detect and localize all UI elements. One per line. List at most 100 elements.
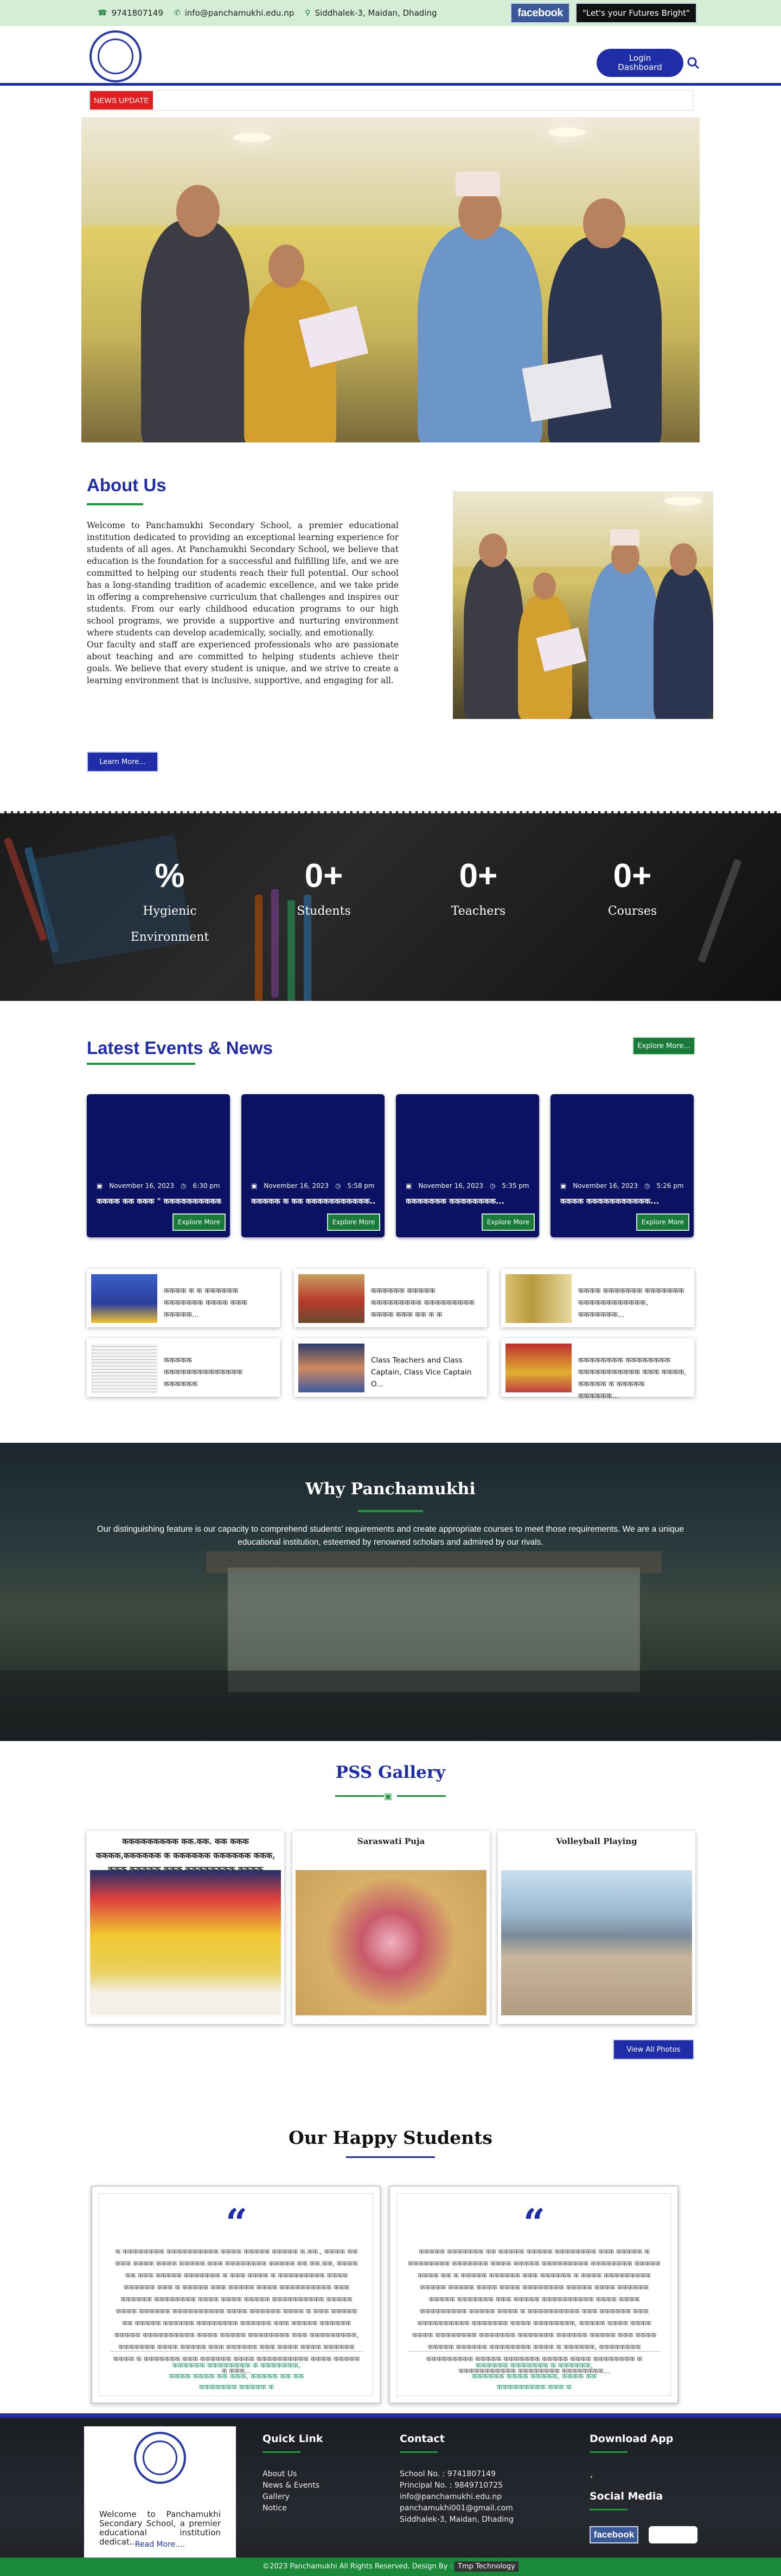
event-card[interactable]: ▣ November 16, 2023 ◷ 5:58 pm ककककक क कक कक… xyxy=(241,1094,385,1237)
news-thumbnail xyxy=(505,1274,572,1323)
gallery-card[interactable]: Saraswati Puja xyxy=(292,1831,490,2024)
event-time: 5:58 pm xyxy=(347,1182,375,1190)
author-line-3: ककककककककक ककक क xyxy=(496,2384,572,2392)
footer-facebook-button[interactable]: facebook xyxy=(590,2526,638,2543)
quote-icon: “ xyxy=(523,2200,546,2245)
learn-more-button[interactable]: Learn More... xyxy=(87,751,158,772)
footer-logo[interactable] xyxy=(134,2432,186,2484)
events-section: Latest Events & News Explore More... ▣ No… xyxy=(0,1001,781,1443)
gallery-card-image xyxy=(296,1870,486,2015)
testimonial-card: “ ककककक ककककककक कक ककककक ककककक कककककककक … xyxy=(389,2186,678,2404)
quick-link-title: Quick Link xyxy=(263,2433,323,2445)
download-underline xyxy=(590,2451,628,2453)
quick-links-list: About Us News & Events Gallery Notice xyxy=(263,2469,319,2514)
developer-link[interactable]: Tmp Technology xyxy=(454,2561,518,2572)
news-item[interactable]: कककककक ककककक ककककककककक ककककककककक कककक कक… xyxy=(294,1269,487,1327)
quick-link-underline xyxy=(263,2451,300,2453)
download-app-title: Download App xyxy=(590,2433,674,2445)
email-contact[interactable]: ✆ info@panchamukhi.edu.np xyxy=(174,8,294,18)
dashboard-label: Dashboard xyxy=(618,62,662,72)
event-explore-button[interactable]: Explore More xyxy=(482,1213,535,1231)
gallery-title: PSS Gallery xyxy=(335,1763,446,1782)
gallery-card[interactable]: Volleyball Playing xyxy=(498,1831,695,2024)
news-item-text: कककककक ककककक ककककककककक ककककककककक कककक कक… xyxy=(371,1287,475,1319)
contact-email-1[interactable]: info@panchamukhi.edu.np xyxy=(400,2491,514,2503)
stat-label: Hygienic xyxy=(143,904,197,918)
contact-title: Contact xyxy=(400,2433,445,2445)
about-paragraph-1: Welcome to Panchamukhi Secondary School,… xyxy=(87,521,399,638)
news-item[interactable]: कककक क क कककककक ककककककक कककक ककक ककककक..… xyxy=(87,1269,280,1327)
stat-value: 0+ xyxy=(613,857,652,895)
author-line-1: कककककक कककककककक क ककककककक, xyxy=(172,2362,301,2370)
stat-students: 0+ Students xyxy=(270,857,378,924)
why-title: Why Panchamukhi xyxy=(305,1480,476,1499)
school-logo[interactable] xyxy=(89,30,142,82)
tagline-badge: "Let's your Futures Bright" xyxy=(575,3,697,23)
facebook-button[interactable]: facebook xyxy=(510,3,570,23)
footer-link-about[interactable]: About Us xyxy=(263,2469,319,2480)
events-title-underline xyxy=(87,1063,195,1065)
gallery-card[interactable]: ककककककककक कक.कक. कक ककक कककक,कककककक क कक… xyxy=(87,1831,284,2024)
author-line-1: कककककक ककककककक क कककककक, xyxy=(475,2362,593,2370)
stat-value: 0+ xyxy=(304,857,343,895)
address-text: Siddhalek-3, Maidan, Dhading xyxy=(315,8,437,18)
view-all-photos-button[interactable]: View All Photos xyxy=(613,2039,694,2060)
event-card[interactable]: ▣ November 16, 2023 ◷ 5:35 pm ककककककक ककककक… xyxy=(396,1094,539,1237)
gallery-image-icon: ▣ xyxy=(384,1792,393,1801)
stat-label: Teachers xyxy=(451,904,506,918)
event-date: November 16, 2023 xyxy=(573,1182,638,1190)
event-card[interactable]: ▣ November 16, 2023 ◷ 5:26 pm कककक कककककककक… xyxy=(550,1094,694,1237)
contact-list: School No. : 9741807149 Principal No. : … xyxy=(400,2469,514,2526)
contact-principal-phone: Principal No. : 9849710725 xyxy=(400,2481,503,2490)
event-explore-button[interactable]: Explore More xyxy=(327,1213,380,1231)
event-card[interactable]: ▣ November 16, 2023 ◷ 6:30 pm कककक कक ककक "… xyxy=(87,1094,230,1237)
news-thumbnail xyxy=(91,1274,157,1323)
contact-school-phone: School No. : 9741807149 xyxy=(400,2470,496,2478)
stat-value: % xyxy=(155,857,185,895)
contact-underline xyxy=(400,2451,438,2453)
footer-social-placeholder[interactable] xyxy=(649,2526,697,2543)
whatsapp-icon: ✆ xyxy=(174,9,181,17)
explore-more-events-button[interactable]: Explore More... xyxy=(632,1037,695,1055)
site-footer: Welcome to Panchamukhi Secondary School,… xyxy=(0,2413,781,2576)
gallery-underline-right xyxy=(397,1795,446,1797)
stat-value: 0+ xyxy=(459,857,498,895)
about-text: Welcome to Panchamukhi Secondary School,… xyxy=(87,519,399,686)
news-item[interactable]: Class Teachers and Class Captain, Class … xyxy=(294,1338,487,1397)
event-date: November 16, 2023 xyxy=(264,1182,329,1190)
phone-contact[interactable]: ☎ 9741807149 xyxy=(98,8,163,18)
contact-email-2[interactable]: panchamukhi001@gmail.com xyxy=(400,2503,514,2514)
footer-read-more-link[interactable]: Read More.... xyxy=(84,2540,236,2549)
news-item[interactable]: कककककककक कककककककक ककककककककककक ककक कककक, … xyxy=(501,1338,694,1401)
why-section: Why Panchamukhi Our distinguishing featu… xyxy=(0,1443,781,1741)
news-item-text: कककक ककककककक ककककककक कककककककककककक, ककककक… xyxy=(578,1287,684,1319)
gallery-card-image xyxy=(90,1870,281,2015)
stats-section: % Hygienic Environment 0+ Students 0+ Tea… xyxy=(0,811,781,1001)
event-date: November 16, 2023 xyxy=(109,1182,175,1190)
stat-label: Students xyxy=(297,904,351,918)
event-explore-button[interactable]: Explore More xyxy=(636,1213,689,1231)
news-item[interactable]: ककककक कककककककककककककक कककककक xyxy=(87,1338,280,1397)
login-dashboard-button[interactable]: Login Dashboard xyxy=(597,49,683,77)
phone-icon: ☎ xyxy=(98,9,107,17)
students-title-underline xyxy=(346,2156,435,2158)
stat-hygienic: % Hygienic Environment xyxy=(116,857,224,950)
event-time: 5:35 pm xyxy=(502,1182,529,1190)
about-paragraph-2: Our faculty and staff are experienced pr… xyxy=(87,640,399,685)
news-thumbnail xyxy=(298,1274,364,1323)
event-explore-button[interactable]: Explore More xyxy=(172,1213,226,1231)
footer-link-news[interactable]: News & Events xyxy=(263,2480,319,2491)
footer-link-gallery[interactable]: Gallery xyxy=(263,2491,319,2503)
event-title: कककक कक ककक " ककककककककककककक... xyxy=(97,1197,221,1206)
gallery-underline-left xyxy=(335,1795,384,1797)
testimonial-card: “ क कककककककक कककककककककक कककक ककककक ककककक… xyxy=(91,2186,381,2404)
news-ticker: NEWS UPDATE xyxy=(0,86,781,114)
footer-about-card: Welcome to Panchamukhi Secondary School,… xyxy=(84,2426,236,2560)
phone-text: 9741807149 xyxy=(111,8,163,18)
calendar-icon: ▣ xyxy=(97,1182,103,1190)
clock-icon: ◷ xyxy=(490,1182,496,1190)
events-title: Latest Events & News xyxy=(87,1038,273,1058)
news-item[interactable]: कककक ककककककक ककककककक कककककककककककक, ककककक… xyxy=(501,1269,694,1327)
footer-link-notice[interactable]: Notice xyxy=(263,2503,319,2514)
search-icon[interactable] xyxy=(687,56,700,69)
